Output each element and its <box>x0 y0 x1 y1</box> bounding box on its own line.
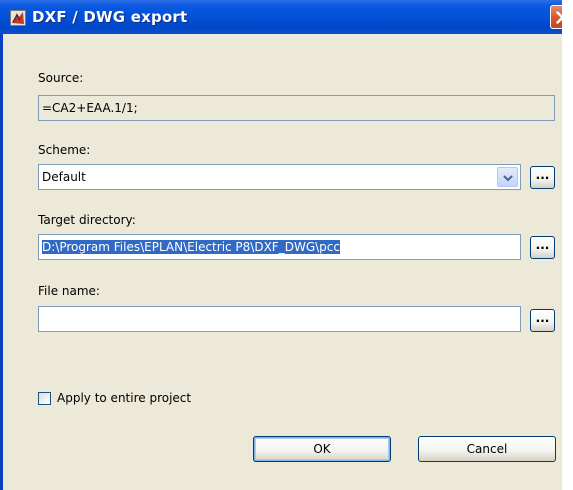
scheme-dropdown-arrow[interactable] <box>497 167 518 187</box>
file-name-label: File name: <box>38 284 100 298</box>
window-border-left <box>0 34 3 490</box>
cancel-button[interactable]: Cancel <box>418 436 556 462</box>
dxf-dwg-export-dialog: DXF / DWG export Source: =CA2+EAA.1/1; S… <box>0 0 573 490</box>
source-label: Source: <box>38 71 84 85</box>
file-name-browse-button[interactable]: ... <box>530 309 555 332</box>
window-title: DXF / DWG export <box>32 8 188 26</box>
source-field: =CA2+EAA.1/1; <box>38 95 555 121</box>
file-name-field[interactable] <box>38 306 521 332</box>
ok-button[interactable]: OK <box>253 436 391 462</box>
scheme-dropdown[interactable]: Default <box>38 164 521 190</box>
target-directory-label: Target directory: <box>38 213 136 227</box>
apply-entire-project-checkbox[interactable] <box>38 392 51 405</box>
target-directory-field[interactable]: D:\Program Files\EPLAN\Electric P8\DXF_D… <box>38 234 521 260</box>
chevron-down-icon <box>503 175 513 181</box>
eplan-app-icon <box>10 10 26 26</box>
target-directory-browse-button[interactable]: ... <box>530 236 555 259</box>
scheme-browse-button[interactable]: ... <box>530 166 555 189</box>
title-bar[interactable]: DXF / DWG export <box>0 0 573 34</box>
target-directory-value: D:\Program Files\EPLAN\Electric P8\DXF_D… <box>42 240 340 254</box>
scheme-label: Scheme: <box>38 143 91 157</box>
apply-entire-project-label[interactable]: Apply to entire project <box>57 391 191 405</box>
scheme-selected-value: Default <box>42 170 86 184</box>
window-border-right <box>562 0 573 490</box>
source-value: =CA2+EAA.1/1; <box>42 101 138 115</box>
